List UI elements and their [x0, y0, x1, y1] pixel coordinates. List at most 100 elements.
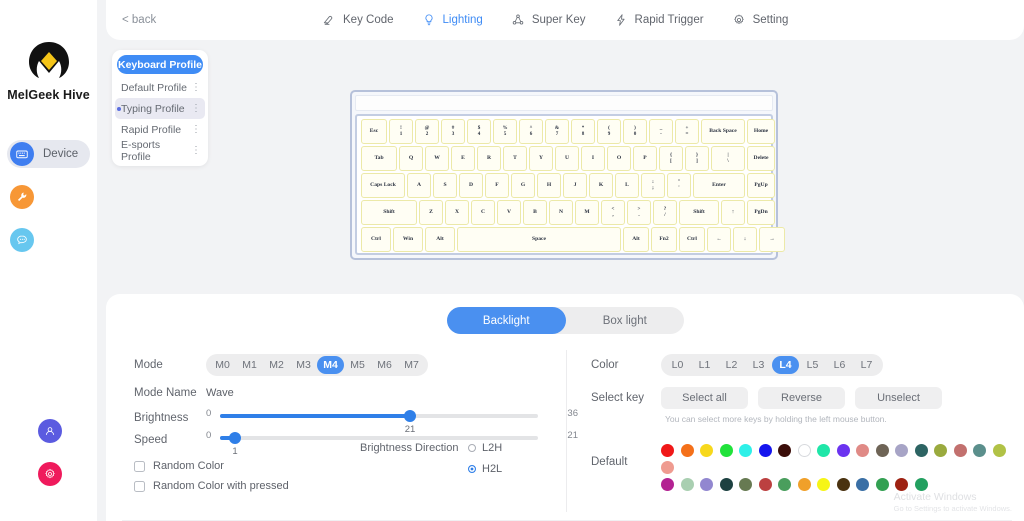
keyboard-key[interactable]: O: [607, 146, 631, 171]
sidebar-item-settings[interactable]: [32, 460, 66, 488]
mode-option-m6[interactable]: M6: [371, 356, 398, 374]
keyboard-key[interactable]: Y: [529, 146, 553, 171]
profile-item[interactable]: Typing Profile ⋮: [115, 98, 205, 119]
color-swatch[interactable]: [739, 444, 752, 457]
keyboard-key[interactable]: ) 0: [623, 119, 647, 144]
color-level-l6[interactable]: L6: [826, 356, 853, 374]
brightness-slider[interactable]: 0 36 21: [206, 408, 578, 435]
mode-option-m2[interactable]: M2: [263, 356, 290, 374]
keyboard-key[interactable]: I: [581, 146, 605, 171]
select-all-button[interactable]: Select all: [661, 387, 748, 409]
keyboard-key[interactable]: _ -: [649, 119, 673, 144]
keyboard-key[interactable]: H: [537, 173, 561, 198]
color-swatch[interactable]: [875, 478, 889, 491]
keyboard-key[interactable]: Tab: [361, 146, 397, 171]
tab-box-light[interactable]: Box light: [566, 307, 685, 334]
speed-slider[interactable]: 0 21 1: [206, 430, 578, 457]
keyboard-key[interactable]: →: [759, 227, 785, 252]
keyboard-key[interactable]: V: [497, 200, 521, 225]
color-swatch[interactable]: [739, 478, 752, 491]
keyboard-key[interactable]: R: [477, 146, 501, 171]
speed-knob[interactable]: [229, 432, 241, 444]
sidebar-item-device[interactable]: Device: [7, 140, 90, 168]
keyboard-key[interactable]: Home: [747, 119, 775, 144]
color-swatch[interactable]: [836, 444, 850, 457]
keyboard-key[interactable]: + =: [675, 119, 699, 144]
keyboard-key[interactable]: Back Space: [701, 119, 745, 144]
keyboard-key[interactable]: * 8: [571, 119, 595, 144]
unselect-button[interactable]: Unselect: [855, 387, 942, 409]
keyboard-key[interactable]: Esc: [361, 119, 387, 144]
mode-option-m1[interactable]: M1: [236, 356, 263, 374]
sidebar-item-tools[interactable]: [7, 183, 90, 211]
keyboard-key[interactable]: Ctrl: [361, 227, 391, 252]
back-button[interactable]: < back: [122, 14, 322, 26]
speed-track[interactable]: [220, 432, 538, 444]
keyboard-key[interactable]: ? /: [653, 200, 677, 225]
keyboard-key[interactable]: ↓: [733, 227, 757, 252]
tab-lighting[interactable]: Lighting: [422, 13, 483, 27]
keyboard-key[interactable]: W: [425, 146, 449, 171]
radio-h2l[interactable]: [468, 465, 476, 473]
keyboard-key[interactable]: (9: [597, 119, 621, 144]
keyboard-key[interactable]: Space: [457, 227, 621, 252]
keyboard-key[interactable]: Fn2: [651, 227, 677, 252]
keyboard-key[interactable]: Q: [399, 146, 423, 171]
keyboard-key[interactable]: #3: [441, 119, 465, 144]
mode-option-m4[interactable]: M4: [317, 356, 344, 374]
keyboard-profile-header[interactable]: Keyboard Profile: [117, 55, 203, 74]
color-level-l0[interactable]: L0: [664, 356, 691, 374]
color-level-l3[interactable]: L3: [745, 356, 772, 374]
color-level-l1[interactable]: L1: [691, 356, 718, 374]
keyboard-key[interactable]: M: [575, 200, 599, 225]
kebab-menu-icon[interactable]: ⋮: [191, 103, 201, 114]
color-swatch[interactable]: [875, 444, 889, 457]
color-swatch[interactable]: [661, 478, 674, 491]
color-swatch[interactable]: [778, 478, 791, 491]
keyboard-key[interactable]: @2: [415, 119, 439, 144]
keyboard-key[interactable]: :;: [641, 173, 665, 198]
color-swatch[interactable]: [700, 478, 713, 491]
tab-super-key[interactable]: Super Key: [511, 13, 586, 27]
keyboard-key[interactable]: <,: [601, 200, 625, 225]
keyboard-key[interactable]: U: [555, 146, 579, 171]
brightness-knob[interactable]: [404, 410, 416, 422]
color-swatch[interactable]: [856, 478, 869, 491]
keyboard-key[interactable]: Caps Lock: [361, 173, 405, 198]
keyboard-key[interactable]: L: [615, 173, 639, 198]
keyboard-key[interactable]: $4: [467, 119, 491, 144]
mode-option-m0[interactable]: M0: [209, 356, 236, 374]
kebab-menu-icon[interactable]: ⋮: [191, 145, 201, 156]
keyboard-key[interactable]: ←: [707, 227, 731, 252]
keyboard-key[interactable]: J: [563, 173, 587, 198]
color-swatch[interactable]: [953, 444, 967, 457]
color-swatch[interactable]: [856, 444, 869, 457]
color-swatch[interactable]: [719, 444, 733, 457]
color-swatch[interactable]: [836, 478, 850, 491]
color-swatch[interactable]: [992, 444, 1006, 457]
color-swatch[interactable]: [758, 444, 772, 457]
color-swatch[interactable]: [778, 444, 791, 457]
color-swatch[interactable]: [797, 478, 811, 491]
keyboard-key[interactable]: K: [589, 173, 613, 198]
keyboard-key[interactable]: S: [433, 173, 457, 198]
keyboard-key[interactable]: P: [633, 146, 657, 171]
random-color-checkbox[interactable]: [134, 460, 145, 472]
keyboard-key[interactable]: >.: [627, 200, 651, 225]
keyboard-key[interactable]: F: [485, 173, 509, 198]
keyboard-key[interactable]: Win: [393, 227, 423, 252]
reverse-button[interactable]: Reverse: [758, 387, 845, 409]
keyboard-key[interactable]: " ': [667, 173, 691, 198]
color-level-l2[interactable]: L2: [718, 356, 745, 374]
keyboard-key[interactable]: Alt: [425, 227, 455, 252]
sidebar-item-chat[interactable]: [7, 226, 90, 254]
keyboard-key[interactable]: | \: [711, 146, 745, 171]
keyboard-key[interactable]: }]: [685, 146, 709, 171]
profile-item[interactable]: E-sports Profile ⋮: [115, 139, 205, 163]
color-swatch[interactable]: [680, 444, 694, 457]
profile-item[interactable]: Default Profile ⋮: [115, 77, 205, 98]
color-swatch[interactable]: [700, 444, 713, 457]
keyboard-key[interactable]: Enter: [693, 173, 745, 198]
color-swatch[interactable]: [895, 444, 908, 457]
radio-l2h[interactable]: [468, 444, 476, 452]
